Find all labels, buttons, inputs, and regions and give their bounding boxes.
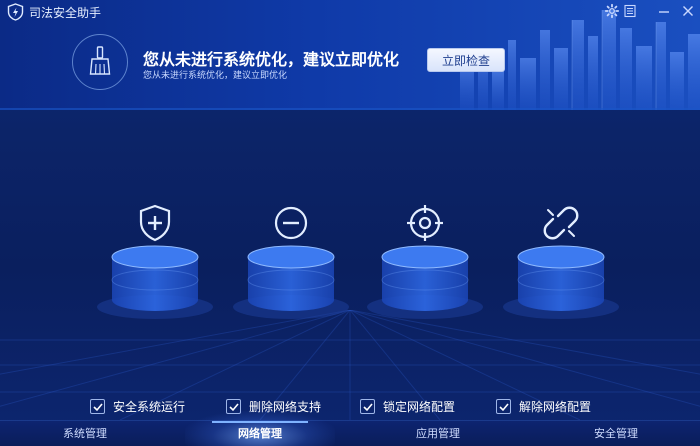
main-panel: 安全系统运行 删除网络支持 锁定网络配置 解除网络配置 xyxy=(0,110,700,420)
menu-icon[interactable] xyxy=(622,3,638,19)
target-icon xyxy=(407,205,443,241)
feature-label: 锁定网络配置 xyxy=(383,400,456,414)
checkmark-icon xyxy=(363,403,373,412)
checkmark-icon xyxy=(499,403,509,412)
app-title: 司法安全助手 xyxy=(29,6,102,20)
tab-security-management[interactable]: 安全管理 xyxy=(561,421,671,446)
tab-network-management[interactable]: 网络管理 xyxy=(205,421,315,446)
broken-link-icon xyxy=(543,206,579,240)
banner-subline: 您从未进行系统优化，建议立即优化 xyxy=(143,71,288,81)
check-now-button[interactable]: 立即检查 xyxy=(427,48,505,72)
feature-checkbox[interactable] xyxy=(360,399,375,414)
checkmark-icon xyxy=(93,403,103,412)
tab-system-management[interactable]: 系统管理 xyxy=(30,421,140,446)
feature-label: 安全系统运行 xyxy=(113,400,186,414)
settings-gear-icon[interactable] xyxy=(604,3,620,19)
app-window: 司法安全助手 您从未进行系统优化，建议立即优化 您从未进行系统优化，建议立即优化… xyxy=(0,0,700,446)
minus-circle-icon xyxy=(274,206,308,240)
feature-secure-system: 安全系统运行 xyxy=(90,195,220,425)
feature-release-network-config: 解除网络配置 xyxy=(496,195,626,425)
minimize-icon[interactable] xyxy=(656,3,672,19)
header-banner: 司法安全助手 您从未进行系统优化，建议立即优化 您从未进行系统优化，建议立即优化… xyxy=(0,0,700,110)
shield-plus-icon xyxy=(139,204,171,242)
feature-option[interactable]: 安全系统运行 xyxy=(90,398,185,415)
feature-lock-network-config: 锁定网络配置 xyxy=(360,195,490,425)
close-icon[interactable] xyxy=(680,3,696,19)
banner-headline: 您从未进行系统优化，建议立即优化 xyxy=(143,50,400,69)
feature-option[interactable]: 解除网络配置 xyxy=(496,398,591,415)
feature-checkbox[interactable] xyxy=(496,399,511,414)
shield-logo-icon xyxy=(7,3,24,21)
title-bar: 司法安全助手 xyxy=(0,0,700,24)
tab-app-management[interactable]: 应用管理 xyxy=(383,421,493,446)
feature-label: 解除网络配置 xyxy=(519,400,592,414)
feature-delete-network-support: 删除网络支持 xyxy=(226,195,356,425)
bottom-nav: 系统管理 网络管理 应用管理 安全管理 xyxy=(0,411,700,446)
broom-icon xyxy=(89,46,111,75)
feature-option[interactable]: 锁定网络配置 xyxy=(360,398,455,415)
feature-checkbox[interactable] xyxy=(90,399,105,414)
